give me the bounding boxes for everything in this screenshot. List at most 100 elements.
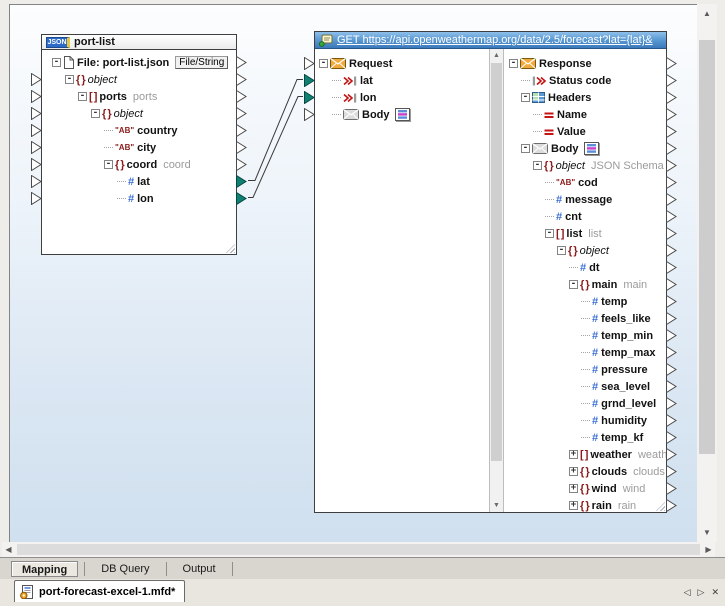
- connector-in-ports[interactable]: [31, 90, 42, 103]
- connector-out-lon[interactable]: [236, 192, 247, 205]
- mapping-canvas[interactable]: JSON port-list -File: port-list.jsonFile…: [9, 4, 697, 542]
- tree-node-pressure[interactable]: #pressure: [504, 361, 666, 378]
- connector-out-object[interactable]: [666, 244, 677, 257]
- port-list-header[interactable]: JSON port-list: [42, 35, 236, 50]
- next-tab-icon[interactable]: ▷: [698, 587, 705, 598]
- tree-node-object[interactable]: -{ }objectJSON Schema (: [504, 157, 666, 174]
- tree-node-temp-kf[interactable]: #temp_kf: [504, 429, 666, 446]
- tree-node-main[interactable]: -{ }mainmain: [504, 276, 666, 293]
- connector-out-grnd_level[interactable]: [666, 397, 677, 410]
- tree-node-ports[interactable]: -[ ]portsports: [42, 88, 236, 105]
- connector-out-message[interactable]: [666, 193, 677, 206]
- connector-out-weather[interactable]: [666, 448, 677, 461]
- collapse-icon[interactable]: -: [104, 160, 113, 169]
- tree-node-name[interactable]: Name: [504, 106, 666, 123]
- tab-db-query[interactable]: DB Query: [91, 561, 159, 577]
- scroll-up-icon[interactable]: ▲: [490, 49, 503, 62]
- connector-in-lat[interactable]: [31, 175, 42, 188]
- tree-node-lat[interactable]: lat: [315, 72, 489, 89]
- tree-node-object[interactable]: -{ }object: [42, 71, 236, 88]
- collapse-icon[interactable]: -: [545, 229, 554, 238]
- connector-in-Request[interactable]: [304, 57, 315, 70]
- wire-lat[interactable]: [248, 80, 303, 181]
- connector-in-lon[interactable]: [31, 192, 42, 205]
- tree-node-list[interactable]: -[ ]listlist: [504, 225, 666, 242]
- collapse-icon[interactable]: -: [521, 144, 530, 153]
- connector-out-Value[interactable]: [666, 125, 677, 138]
- expand-icon[interactable]: +: [569, 450, 578, 459]
- connector-out-rain[interactable]: [666, 499, 677, 512]
- connector-out-Body[interactable]: [666, 142, 677, 155]
- tree-node-wind[interactable]: +{ }windwind: [504, 480, 666, 497]
- collapse-icon[interactable]: -: [521, 93, 530, 102]
- tree-node-rain[interactable]: +{ }rainrain: [504, 497, 666, 512]
- tree-node-coord[interactable]: -{ }coordcoord: [42, 156, 236, 173]
- tree-node-lat[interactable]: #lat: [42, 173, 236, 190]
- document-tab-active[interactable]: port-forecast-excel-1.mfd*: [14, 580, 185, 602]
- collapse-icon[interactable]: -: [91, 109, 100, 118]
- connector-out-pressure[interactable]: [666, 363, 677, 376]
- connector-out-list[interactable]: [666, 227, 677, 240]
- tree-node-object[interactable]: -{ }object: [504, 242, 666, 259]
- expand-icon[interactable]: +: [569, 467, 578, 476]
- expand-icon[interactable]: +: [569, 501, 578, 510]
- connector-out-Name[interactable]: [666, 108, 677, 121]
- tree-node-body[interactable]: Body: [315, 106, 489, 123]
- connector-in-country[interactable]: [31, 124, 42, 137]
- tree-node-clouds[interactable]: +{ }cloudsclouds: [504, 463, 666, 480]
- tree-node-temp[interactable]: #temp: [504, 293, 666, 310]
- connector-out-feels_like[interactable]: [666, 312, 677, 325]
- connector-in-Body[interactable]: [304, 108, 315, 121]
- connector-out-lat[interactable]: [236, 175, 247, 188]
- tab-output[interactable]: Output: [173, 561, 226, 577]
- scrollbar-thumb[interactable]: [491, 63, 502, 461]
- tree-node-sea-level[interactable]: #sea_level: [504, 378, 666, 395]
- tree-node-lon[interactable]: lon: [315, 89, 489, 106]
- collapse-icon[interactable]: -: [533, 161, 542, 170]
- expand-icon[interactable]: +: [569, 484, 578, 493]
- tree-node-cnt[interactable]: #cnt: [504, 208, 666, 225]
- collapse-icon[interactable]: -: [78, 92, 87, 101]
- wire-lon[interactable]: [248, 97, 303, 198]
- edit-body-button[interactable]: [584, 142, 599, 155]
- connector-out-dt[interactable]: [666, 261, 677, 274]
- connector-out-country[interactable]: [236, 124, 247, 137]
- connector-in-coord[interactable]: [31, 158, 42, 171]
- scrollbar-thumb[interactable]: [699, 40, 715, 454]
- connector-out-city[interactable]: [236, 141, 247, 154]
- tree-node-humidity[interactable]: #humidity: [504, 412, 666, 429]
- connector-out-humidity[interactable]: [666, 414, 677, 427]
- tree-node-temp-min[interactable]: #temp_min: [504, 327, 666, 344]
- connector-out-wind[interactable]: [666, 482, 677, 495]
- prev-tab-icon[interactable]: ◁: [684, 587, 691, 598]
- connector-in-lat[interactable]: [304, 74, 315, 87]
- tree-node-headers[interactable]: -Headers: [504, 89, 666, 106]
- connector-out-File: port-list.json[interactable]: [236, 56, 247, 69]
- connector-out-object[interactable]: [236, 73, 247, 86]
- connector-out-object[interactable]: [666, 159, 677, 172]
- tree-node-feels-like[interactable]: #feels_like: [504, 310, 666, 327]
- collapse-icon[interactable]: -: [65, 75, 74, 84]
- connector-out-object[interactable]: [236, 107, 247, 120]
- collapse-icon[interactable]: -: [509, 59, 518, 68]
- scroll-left-icon[interactable]: ◀: [2, 542, 15, 557]
- connector-out-cod[interactable]: [666, 176, 677, 189]
- connector-in-object[interactable]: [31, 73, 42, 86]
- connector-out-sea_level[interactable]: [666, 380, 677, 393]
- canvas-vertical-scrollbar[interactable]: ▲ ▼: [697, 4, 717, 542]
- collapse-icon[interactable]: -: [569, 280, 578, 289]
- collapse-icon[interactable]: -: [557, 246, 566, 255]
- connector-out-clouds[interactable]: [666, 465, 677, 478]
- tree-node-body[interactable]: -Body: [504, 140, 666, 157]
- connector-out-ports[interactable]: [236, 90, 247, 103]
- connector-out-temp_kf[interactable]: [666, 431, 677, 444]
- webservice-url-link[interactable]: GET https://api.openweathermap.org/data/…: [337, 34, 653, 46]
- component-port-list[interactable]: JSON port-list -File: port-list.jsonFile…: [41, 34, 237, 255]
- tree-node-file-port-list-json[interactable]: -File: port-list.jsonFile/String: [42, 54, 236, 71]
- close-tab-icon[interactable]: ✕: [711, 587, 719, 598]
- connector-out-temp_max[interactable]: [666, 346, 677, 359]
- connector-out-cnt[interactable]: [666, 210, 677, 223]
- connector-out-coord[interactable]: [236, 158, 247, 171]
- connector-out-temp[interactable]: [666, 295, 677, 308]
- connector-out-main[interactable]: [666, 278, 677, 291]
